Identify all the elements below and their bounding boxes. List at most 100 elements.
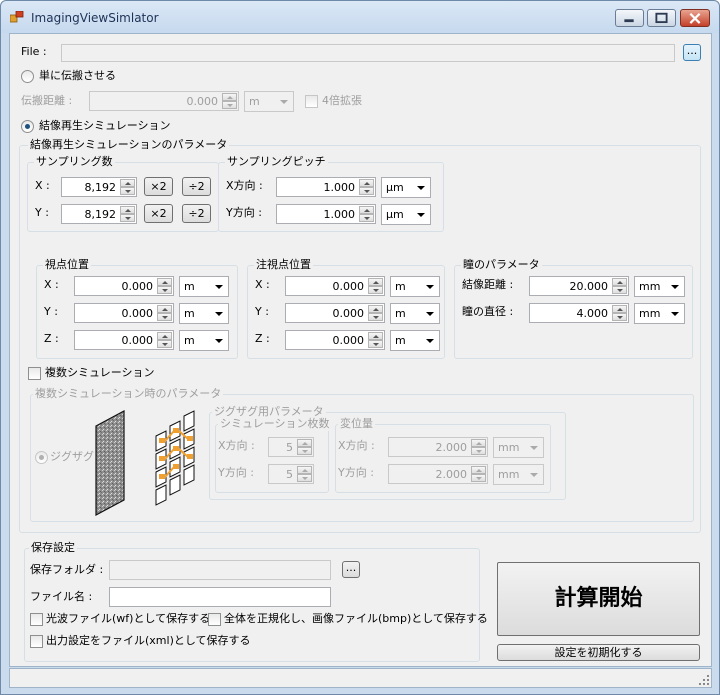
gaze-y-spinner[interactable] [368,305,383,321]
filename-input[interactable] [109,587,331,607]
sampling-x-times2-button[interactable]: ×2 [144,177,173,196]
hologram-plate-icon [95,410,125,516]
viewpoint-z-unit-select[interactable]: m [179,330,229,351]
pitch-y-spinner[interactable] [359,206,374,222]
simple-propagate-label: 単に伝搬させる [39,69,116,82]
displacement-x-spinner[interactable] [471,439,486,455]
sampling-y-times2-button[interactable]: ×2 [144,204,173,223]
save-folder-input[interactable] [109,560,331,580]
status-bar [9,668,712,688]
count-y-spinner[interactable] [297,466,312,482]
viewpoint-y-spinner[interactable] [157,305,172,321]
gaze-point-label: 注視点位置 [254,258,313,272]
sampling-x-input[interactable]: 8,192 [61,177,137,197]
viewpoint-group: 視点位置 X : 0.000 m Y : 0.000 m Z : 0.000 m [36,258,238,359]
viewpoint-y-label: Y : [44,305,58,318]
distance-input[interactable]: 0.000 [89,91,239,111]
save-folder-browse-button[interactable]: ... [342,561,360,578]
normalize-bmp-checkbox[interactable] [208,613,221,626]
pitch-x-unit-select[interactable]: μm [381,177,431,198]
pupil-diameter-label: 瞳の直径 : [462,305,514,318]
sampling-y-spinner[interactable] [120,206,135,222]
gaze-x-spinner[interactable] [368,278,383,294]
sampling-x-div2-button[interactable]: ÷2 [182,177,211,196]
close-button[interactable] [680,9,710,27]
resize-grip-icon[interactable] [699,675,709,685]
sampling-x-label: X : [35,179,50,192]
sampling-pitch-label: サンプリングピッチ [225,155,328,169]
distance-label: 伝搬距離 : [21,94,73,107]
sampling-y-div2-button[interactable]: ÷2 [182,204,211,223]
pupil-diameter-unit-select[interactable]: mm [634,303,685,324]
viewpoint-y-input[interactable]: 0.000 [74,303,174,323]
multi-simulation-checkbox[interactable] [28,367,41,380]
zigzag-pattern-icon [155,410,195,506]
sampling-count-group: サンプリング数 X : 8,192 ×2 ÷2 Y : 8,192 ×2 ÷2 [27,155,219,232]
pitch-y-input[interactable]: 1.000 [276,204,376,224]
displacement-x-input[interactable]: 2.000 [388,437,488,457]
distance-spinner[interactable] [222,93,237,109]
focus-distance-input[interactable]: 20.000 [529,276,629,296]
imaging-simulation-radio[interactable] [21,120,34,133]
gaze-y-label: Y : [255,305,269,318]
gaze-z-unit-select[interactable]: m [390,330,440,351]
gaze-z-input[interactable]: 0.000 [285,330,385,350]
zigzag-radio[interactable] [35,451,48,464]
displacement-y-input[interactable]: 2.000 [388,464,488,484]
simple-propagate-radio[interactable] [21,70,34,83]
title-bar[interactable]: ImagingViewSimlator [1,1,719,33]
viewpoint-z-input[interactable]: 0.000 [74,330,174,350]
pupil-diameter-spinner[interactable] [612,305,627,321]
normalize-bmp-label: 全体を正規化し、画像ファイル(bmp)として保存する [224,612,488,625]
gaze-x-label: X : [255,278,270,291]
displacement-y-unit-select[interactable]: mm [493,464,544,485]
displacement-x-label: X方向 : [338,439,375,452]
pitch-x-spinner[interactable] [359,179,374,195]
viewpoint-x-spinner[interactable] [157,278,172,294]
count-y-input[interactable]: 5 [268,464,314,484]
pitch-x-input[interactable]: 1.000 [276,177,376,197]
pitch-y-unit-select[interactable]: μm [381,204,431,225]
minimize-button[interactable] [615,9,644,27]
gaze-z-spinner[interactable] [368,332,383,348]
simulation-count-label: シミュレーション枚数 [218,417,332,431]
window-title: ImagingViewSimlator [31,11,159,25]
gaze-x-input[interactable]: 0.000 [285,276,385,296]
displacement-y-label: Y方向 : [338,466,374,479]
zigzag-label: ジグザグ [50,450,94,463]
viewpoint-x-input[interactable]: 0.000 [74,276,174,296]
viewpoint-y-unit-select[interactable]: m [179,303,229,324]
gaze-y-input[interactable]: 0.000 [285,303,385,323]
sampling-count-label: サンプリング数 [34,155,115,169]
gaze-x-unit-select[interactable]: m [390,276,440,297]
close-icon [689,12,701,24]
save-wave-checkbox[interactable] [30,613,43,626]
focus-distance-unit-select[interactable]: mm [634,276,685,297]
pupil-diameter-input[interactable]: 4.000 [529,303,629,323]
file-path-input[interactable] [61,44,675,62]
displacement-x-unit-select[interactable]: mm [493,437,544,458]
expand-checkbox[interactable] [305,95,318,108]
viewpoint-z-spinner[interactable] [157,332,172,348]
distance-unit-select[interactable]: m [244,91,294,112]
reset-settings-button[interactable]: 設定を初期化する [497,644,700,661]
viewpoint-x-label: X : [44,278,59,291]
focus-distance-spinner[interactable] [612,278,627,294]
count-x-spinner[interactable] [297,439,312,455]
sampling-x-spinner[interactable] [120,179,135,195]
multi-simulation-label: 複数シミュレーション [45,366,155,379]
zigzag-params-group: ジグザグ用パラメータ シミュレーション枚数 X方向 : 5 Y方向 : 5 変位… [209,405,566,500]
count-x-input[interactable]: 5 [268,437,314,457]
gaze-y-unit-select[interactable]: m [390,303,440,324]
maximize-button[interactable] [647,9,676,27]
sampling-y-input[interactable]: 8,192 [61,204,137,224]
viewpoint-x-unit-select[interactable]: m [179,276,229,297]
displacement-y-spinner[interactable] [471,466,486,482]
file-browse-button[interactable]: ... [683,44,701,61]
viewpoint-z-label: Z : [44,332,59,345]
sampling-pitch-group: サンプリングピッチ X方向 : 1.000 μm Y方向 : 1.000 μm [218,155,444,232]
start-calculation-button[interactable]: 計算開始 [497,562,700,636]
imaging-params-group: 結像再生シミュレーションのパラメータ サンプリング数 X : 8,192 ×2 … [19,138,701,533]
count-x-label: X方向 : [218,439,255,452]
save-xml-checkbox[interactable] [30,635,43,648]
